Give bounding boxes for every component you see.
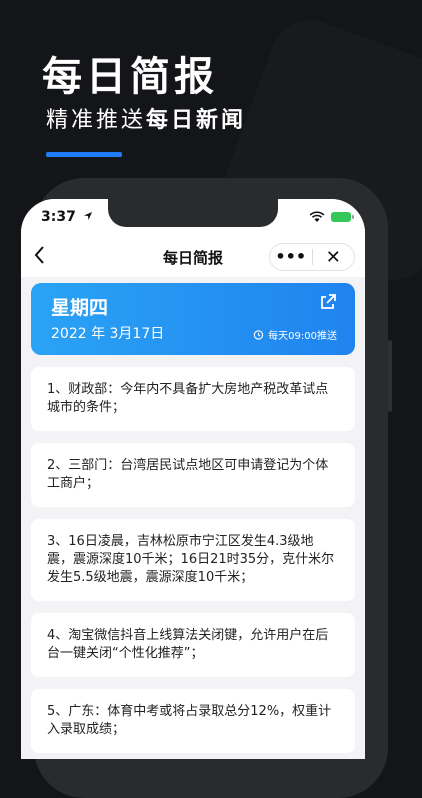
location-arrow-icon bbox=[84, 212, 92, 220]
news-item[interactable]: 5、广东：体育中考或将占录取总分12%，权重计入录取成绩； bbox=[31, 689, 355, 753]
wifi-icon bbox=[309, 211, 325, 222]
news-item[interactable]: 4、淘宝微信抖音上线算法关闭键，允许用户在后台一键关闭“个性化推荐”； bbox=[31, 613, 355, 677]
status-icons bbox=[309, 211, 354, 223]
date-label: 2022 年 3月17日 bbox=[51, 326, 165, 342]
push-schedule: 每天09:00推送 bbox=[253, 327, 337, 342]
phone-notch bbox=[108, 199, 278, 227]
promo-subtitle-plain: 精准推送 bbox=[46, 108, 147, 133]
more-button[interactable]: ••• bbox=[270, 249, 312, 265]
news-item[interactable]: 1、财政部：今年内不具备扩大房地产税改革试点城市的条件； bbox=[31, 367, 355, 431]
share-icon[interactable] bbox=[319, 293, 337, 311]
nav-bar: 每日简报 ••• ✕ bbox=[21, 239, 365, 277]
alarm-clock-icon bbox=[253, 330, 264, 340]
battery-icon bbox=[331, 212, 354, 222]
promo-title: 每日简报 bbox=[42, 54, 218, 100]
phone-screen: 3:37 每日简报 ••• ✕ 星期四 2022 年 3月17日 每天09:00… bbox=[21, 199, 365, 759]
date-card: 星期四 2022 年 3月17日 每天09:00推送 bbox=[31, 283, 355, 355]
promo-subtitle: 精准推送每日新闻 bbox=[46, 102, 246, 134]
promo-subtitle-bold: 每日新闻 bbox=[146, 108, 247, 133]
news-item[interactable]: 3、16日凌晨，吉林松原市宁江区发生4.3级地震，震源深度10千米；16日21时… bbox=[31, 519, 355, 601]
promo-header: 每日简报 精准推送每日新闻 bbox=[0, 0, 422, 180]
weekday-label: 星期四 bbox=[51, 297, 109, 319]
push-time-label: 每天09:00推送 bbox=[268, 331, 337, 342]
mini-program-capsule: ••• ✕ bbox=[269, 243, 355, 271]
news-list: 1、财政部：今年内不具备扩大房地产税改革试点城市的条件； 2、三部门：台湾居民试… bbox=[31, 367, 355, 759]
close-button[interactable]: ✕ bbox=[312, 247, 354, 268]
status-time: 3:37 bbox=[41, 209, 76, 225]
news-item[interactable]: 2、三部门：台湾居民试点地区可申请登记为个体工商户； bbox=[31, 443, 355, 507]
promo-accent-bar bbox=[46, 152, 122, 157]
phone-power-button bbox=[388, 340, 392, 412]
